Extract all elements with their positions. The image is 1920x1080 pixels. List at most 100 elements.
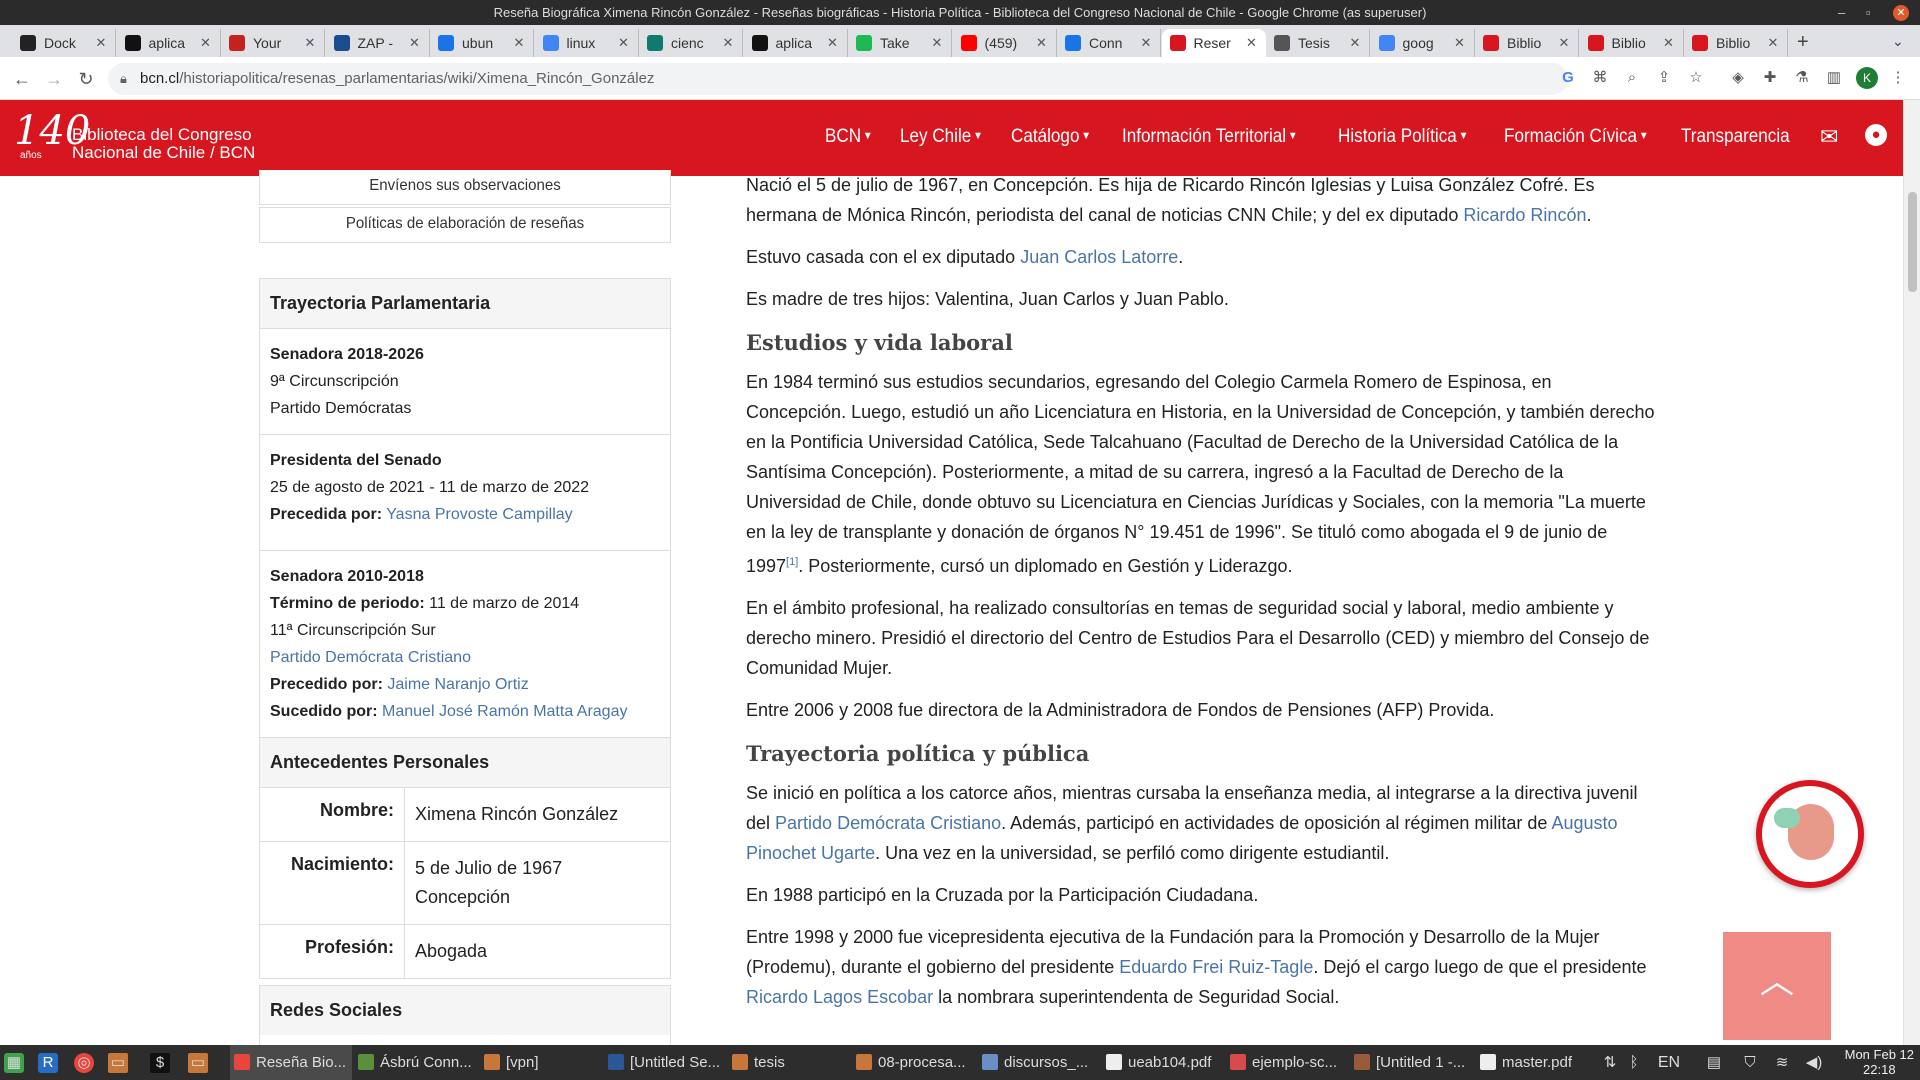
tab-close-icon[interactable]: ✕: [616, 35, 632, 51]
taskbar-window-button[interactable]: master.pdf: [1476, 1045, 1598, 1080]
tab-close-icon[interactable]: ✕: [511, 35, 527, 51]
chrome-menu-icon[interactable]: ⋮: [1888, 68, 1908, 88]
forward-button[interactable]: →: [42, 67, 66, 91]
browser-tab[interactable]: Reser ✕: [1161, 29, 1266, 57]
browser-tab[interactable]: aplica ✕: [117, 29, 221, 57]
minimize-icon[interactable]: –: [1838, 0, 1845, 25]
tab-close-icon[interactable]: ✕: [407, 35, 423, 51]
menu-informacion-territorial[interactable]: Información Territorial ▼: [1122, 126, 1298, 148]
browser-tab[interactable]: Your ✕: [221, 29, 325, 57]
browser-tab[interactable]: linux ✕: [535, 29, 639, 57]
link-juan-carlos-latorre[interactable]: Juan Carlos Latorre: [1020, 247, 1178, 267]
browser-tab[interactable]: aplica ✕: [744, 29, 848, 57]
tab-close-icon[interactable]: ✕: [1556, 35, 1572, 51]
taskbar-window-button[interactable]: tesis: [728, 1045, 850, 1080]
menu-formacion-civica[interactable]: Formación Cívica ▼: [1504, 126, 1649, 148]
page-scrollbar[interactable]: [1903, 100, 1920, 1045]
puzzle-icon[interactable]: ✚: [1760, 68, 1780, 88]
user-icon[interactable]: ●: [1865, 124, 1887, 146]
browser-tab[interactable]: ZAP - ✕: [326, 29, 430, 57]
browser-tab[interactable]: cienc ✕: [639, 29, 743, 57]
browser-tab[interactable]: Dock ✕: [12, 29, 116, 57]
observaciones-button[interactable]: Envíenos sus observaciones: [272, 170, 657, 204]
browser-tab[interactable]: goog ✕: [1371, 29, 1475, 57]
taskbar-window-button[interactable]: Reseña Bio...: [230, 1045, 352, 1080]
link-partido-democrata-cristiano[interactable]: Partido Demócrata Cristiano: [775, 813, 1001, 833]
taskbar-window-button[interactable]: [vpn]: [480, 1045, 602, 1080]
menu-bcn[interactable]: BCN ▼: [825, 126, 873, 148]
tab-close-icon[interactable]: ✕: [198, 35, 214, 51]
tab-close-icon[interactable]: ✕: [1347, 35, 1363, 51]
flask-icon[interactable]: ⚗: [1792, 68, 1812, 88]
chrome-app-icon[interactable]: ◎: [74, 1053, 94, 1073]
tab-close-icon[interactable]: ✕: [93, 35, 109, 51]
bookmark-star-icon[interactable]: ☆: [1686, 68, 1706, 88]
politicas-button[interactable]: Políticas de elaboración de reseñas: [272, 208, 657, 242]
taskbar-window-button[interactable]: discursos_...: [978, 1045, 1100, 1080]
tab-close-icon[interactable]: ✕: [1034, 35, 1050, 51]
volume-icon[interactable]: ◀): [1804, 1053, 1824, 1073]
back-button[interactable]: ←: [10, 67, 34, 91]
browser-tab[interactable]: (459) ✕: [953, 29, 1057, 57]
clipboard-icon[interactable]: ▤: [1704, 1053, 1724, 1073]
reload-button[interactable]: ↻: [74, 67, 98, 91]
wifi-icon[interactable]: ≋: [1772, 1053, 1792, 1073]
tab-search-icon[interactable]: ⌄: [1892, 33, 1904, 50]
browser-tab[interactable]: Biblio ✕: [1684, 29, 1788, 57]
keyboard-lang[interactable]: EN: [1656, 1053, 1682, 1073]
sucedido-link[interactable]: Manuel José Ramón Matta Aragay: [382, 703, 627, 720]
sidepanel-icon[interactable]: ▥: [1824, 68, 1844, 88]
address-bar[interactable]: 🔒︎ bcn.cl/historiapolitica/resenas_parla…: [108, 63, 1568, 95]
profile-avatar[interactable]: K: [1856, 67, 1878, 89]
scroll-to-top-button[interactable]: ︿: [1723, 932, 1831, 1040]
google-lens-icon[interactable]: G: [1558, 68, 1578, 88]
partido-link[interactable]: Partido Demócrata Cristiano: [270, 649, 471, 666]
taskbar-window-button[interactable]: ueab104.pdf: [1102, 1045, 1224, 1080]
taskbar-window-button[interactable]: [Untitled 1 -...: [1350, 1045, 1472, 1080]
browser-tab[interactable]: Conn ✕: [1057, 29, 1161, 57]
chat-assistant-button[interactable]: [1756, 780, 1864, 888]
bluetooth-icon[interactable]: ᛒ: [1624, 1053, 1644, 1073]
menu-catalogo[interactable]: Catálogo ▼: [1011, 126, 1091, 148]
terminal-app-icon[interactable]: $: [150, 1053, 170, 1073]
taskbar-window-button[interactable]: Ásbrú Conn...: [354, 1045, 476, 1080]
link-ricardo-lagos[interactable]: Ricardo Lagos Escobar: [746, 987, 933, 1007]
close-window-icon[interactable]: ✕: [1893, 5, 1909, 21]
mail-icon[interactable]: ✉: [1820, 124, 1838, 150]
shield-icon[interactable]: ⛉: [1740, 1053, 1760, 1073]
network-tray-icon[interactable]: ⇅: [1600, 1053, 1620, 1073]
browser-tab[interactable]: ubun ✕: [430, 29, 534, 57]
taskbar-window-button[interactable]: [Untitled Se...: [604, 1045, 726, 1080]
share-icon[interactable]: ⇪: [1654, 68, 1674, 88]
tab-close-icon[interactable]: ✕: [1661, 35, 1677, 51]
new-tab-button[interactable]: +: [1797, 31, 1809, 54]
tab-close-icon[interactable]: ✕: [929, 35, 945, 51]
link-eduardo-frei[interactable]: Eduardo Frei Ruiz-Tagle: [1119, 957, 1313, 977]
tab-close-icon[interactable]: ✕: [302, 35, 318, 51]
precedida-link[interactable]: Yasna Provoste Campillay: [386, 506, 572, 523]
menu-ley-chile[interactable]: Ley Chile ▼: [900, 126, 983, 148]
tab-close-icon[interactable]: ✕: [720, 35, 736, 51]
app-menu-icon[interactable]: ▦: [4, 1053, 24, 1073]
files-app-icon[interactable]: ▭: [188, 1053, 208, 1073]
precedido-link[interactable]: Jaime Naranjo Ortiz: [387, 676, 528, 693]
browser-tab[interactable]: Tesis ✕: [1266, 29, 1370, 57]
taskbar-window-button[interactable]: ejemplo-sc...: [1226, 1045, 1348, 1080]
browser-tab[interactable]: Biblio ✕: [1475, 29, 1579, 57]
browser-tab[interactable]: Take ✕: [848, 29, 952, 57]
maximize-icon[interactable]: ▫: [1866, 0, 1871, 25]
menu-transparencia[interactable]: Transparencia: [1681, 126, 1790, 148]
zoom-icon[interactable]: ⌕: [1622, 68, 1642, 88]
link-ricardo-rincon[interactable]: Ricardo Rincón: [1463, 205, 1586, 225]
tab-close-icon[interactable]: ✕: [825, 35, 841, 51]
tab-close-icon[interactable]: ✕: [1244, 35, 1260, 51]
tab-close-icon[interactable]: ✕: [1452, 35, 1468, 51]
translate-icon[interactable]: ⌘: [1590, 68, 1610, 88]
taskbar-window-button[interactable]: 08-procesa...: [852, 1045, 974, 1080]
folder-app-icon[interactable]: ▭: [108, 1053, 128, 1073]
extension-icon[interactable]: ◈: [1728, 68, 1748, 88]
browser-tab[interactable]: Biblio ✕: [1580, 29, 1684, 57]
scroll-thumb[interactable]: [1908, 192, 1917, 292]
clock[interactable]: Mon Feb 12 22:18: [1845, 1047, 1914, 1077]
menu-historia-politica[interactable]: Historia Política ▼: [1338, 126, 1468, 148]
